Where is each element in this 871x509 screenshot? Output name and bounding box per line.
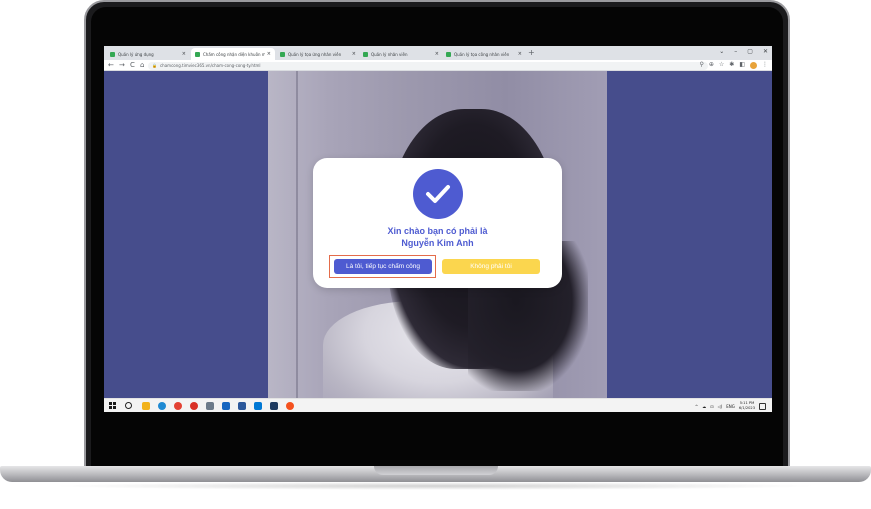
minimize-button[interactable]: – [734, 48, 737, 55]
tab-label: Quản lý ứng dụng [118, 51, 154, 57]
checkmark-icon [413, 169, 463, 219]
close-tab-icon[interactable]: × [435, 51, 439, 57]
close-tab-icon[interactable]: × [352, 51, 356, 57]
menu-icon[interactable]: ⋮ [762, 61, 768, 69]
maximize-button[interactable]: ▢ [747, 48, 753, 55]
system-tray: ^ ☁ ⊡ ◁) ENG 5:11 PM 6/1/2023 [695, 401, 766, 411]
side-panel-icon[interactable]: ◧ [739, 61, 745, 69]
browser-tab-strip: Quản lý ứng dụng × Chấm công nhận diện k… [104, 46, 772, 60]
screen: Quản lý ứng dụng × Chấm công nhận diện k… [104, 46, 772, 412]
back-button[interactable]: ← [108, 61, 114, 69]
language-indicator[interactable]: ENG [726, 404, 735, 409]
tab-label: Quản lý tọa công nhân viên [454, 51, 510, 57]
toolbar-icons: ⚲ ⊕ ☆ ✱ ◧ ⋮ [699, 61, 768, 69]
close-tab-icon[interactable]: × [182, 51, 186, 57]
word-icon[interactable] [238, 402, 246, 410]
close-tab-icon[interactable]: × [267, 51, 271, 57]
attendance-page: Xin chào bạn có phải là Nguyễn Kim Anh L… [104, 71, 772, 398]
zoom-icon[interactable]: ⊕ [709, 61, 714, 69]
laptop-notch [374, 466, 498, 475]
tab-favicon-icon [110, 51, 115, 57]
window-controls: ⌄ – ▢ ✕ [719, 48, 768, 55]
greeting-text: Xin chào bạn có phải là [387, 226, 488, 236]
tab-label: Quản lý tọa ứng nhân viên [288, 51, 342, 57]
tab-quan-ly-toa-ung[interactable]: Quản lý tọa ứng nhân viên × [276, 48, 360, 60]
file-explorer-icon[interactable] [142, 402, 150, 410]
chrome-icon[interactable] [174, 402, 182, 410]
reject-button[interactable]: Không phải tôi [442, 259, 540, 274]
tab-favicon-icon [195, 51, 200, 57]
paint-icon[interactable] [286, 402, 294, 410]
tab-label: Chấm công nhận diện khuôn m... [203, 51, 265, 57]
tab-search-icon[interactable]: ⌄ [719, 48, 724, 55]
tab-cham-cong[interactable]: Chấm công nhận diện khuôn m... × [191, 48, 275, 60]
tab-favicon-icon [446, 51, 451, 57]
laptop-mockup: Quản lý ứng dụng × Chấm công nhận diện k… [0, 0, 871, 509]
close-window-button[interactable]: ✕ [763, 48, 768, 55]
confirm-button[interactable]: Là tôi, tiếp tục chấm công [334, 259, 432, 274]
terminal-icon[interactable] [270, 402, 278, 410]
lock-icon: 🔒 [152, 63, 157, 68]
tab-favicon-icon [363, 51, 368, 57]
onedrive-icon[interactable]: ☁ [702, 404, 706, 409]
store-icon[interactable] [222, 402, 230, 410]
show-hidden-icons-icon[interactable]: ^ [695, 404, 698, 409]
windows-taskbar: ^ ☁ ⊡ ◁) ENG 5:11 PM 6/1/2023 [104, 398, 772, 412]
new-tab-button[interactable]: + [528, 48, 535, 57]
tab-quan-ly-nhan-vien[interactable]: Quản lý nhân viên × [359, 48, 443, 60]
employee-name: Nguyễn Kim Anh [401, 238, 474, 248]
clock-date: 6/1/2023 [738, 406, 755, 410]
home-button[interactable]: ⌂ [140, 61, 144, 69]
tab-quan-ly-ung-dung[interactable]: Quản lý ứng dụng × [106, 48, 190, 60]
close-tab-icon[interactable]: × [518, 51, 522, 57]
url-text: chamcong.timviec365.vn/cham-cong-cong-ty… [159, 63, 261, 68]
volume-icon[interactable]: ◁) [718, 404, 723, 409]
edge-icon[interactable] [158, 402, 166, 410]
forward-button[interactable]: → [119, 61, 125, 69]
browser-toolbar: ← → C ⌂ 🔒 chamcong.timviec365.vn/cham-co… [104, 60, 772, 71]
windows-start-icon[interactable] [109, 402, 116, 409]
notification-icon[interactable] [759, 402, 766, 410]
bookmark-star-icon[interactable]: ☆ [719, 61, 724, 69]
search-icon[interactable] [125, 402, 132, 409]
search-icon[interactable]: ⚲ [699, 61, 703, 69]
extensions-icon[interactable]: ✱ [729, 61, 734, 69]
chrome-alt-icon[interactable] [190, 402, 198, 410]
profile-avatar[interactable] [750, 62, 757, 69]
clock[interactable]: 5:11 PM 6/1/2023 [739, 401, 755, 411]
tab-quan-ly-toa-cong[interactable]: Quản lý tọa công nhân viên × [442, 48, 526, 60]
app-icon[interactable] [206, 402, 214, 410]
address-bar[interactable]: 🔒 chamcong.timviec365.vn/cham-cong-cong-… [148, 61, 708, 70]
outlook-icon[interactable] [254, 402, 262, 410]
network-icon[interactable]: ⊡ [710, 404, 713, 409]
confirm-identity-dialog: Xin chào bạn có phải là Nguyễn Kim Anh L… [313, 158, 562, 288]
tab-label: Quản lý nhân viên [371, 51, 408, 57]
reload-button[interactable]: C [130, 61, 135, 69]
tab-favicon-icon [280, 51, 285, 57]
